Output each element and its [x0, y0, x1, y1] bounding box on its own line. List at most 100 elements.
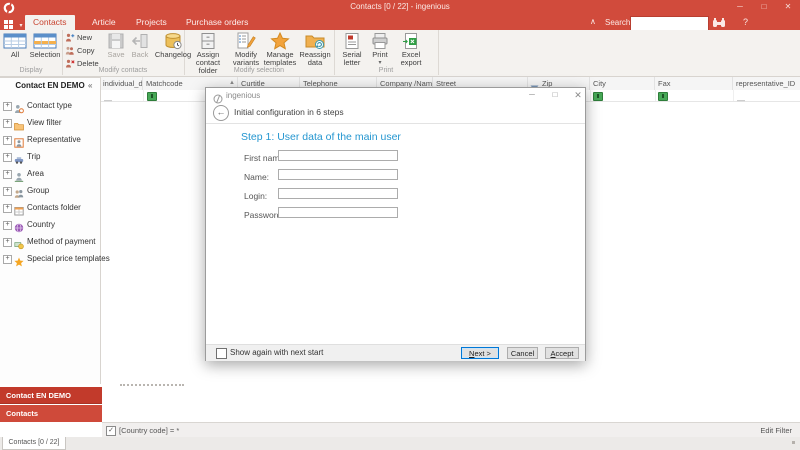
name-field[interactable] — [278, 169, 398, 180]
selection-button[interactable]: Selection — [28, 32, 62, 59]
column-header-fax[interactable]: Fax — [655, 77, 733, 90]
bottom-tab-strip: Contacts [0 / 22] — [0, 437, 800, 450]
accept-button[interactable]: Accept — [545, 347, 579, 359]
filter-operator-icon[interactable] — [593, 92, 603, 101]
sidebar-item-view-filter[interactable]: + View filter — [0, 114, 100, 131]
save-button: Save — [104, 32, 128, 59]
sidebar-item-method-of-payment[interactable]: + Method of payment — [0, 233, 100, 250]
search-label: Search: — [605, 18, 633, 27]
star-icon — [262, 32, 298, 51]
dialog-close-button[interactable]: ✕ — [572, 90, 584, 101]
collapse-sidebar-icon[interactable]: « — [88, 79, 92, 92]
column-header-city[interactable]: City — [590, 77, 655, 90]
filter-cell-city[interactable] — [590, 90, 656, 101]
dialog-maximize-button[interactable]: □ — [549, 90, 561, 99]
group-label-modify-contacts: Modify contacts — [98, 67, 148, 74]
sidebar-item-contact-type[interactable]: + Contact type — [0, 97, 100, 114]
column-header-representative-id[interactable]: representative_ID — [733, 77, 800, 90]
manage-templates-button[interactable]: Manage templates — [262, 32, 298, 67]
menu-caret-icon: ▾ — [19, 23, 23, 29]
filter-cell-fax[interactable] — [655, 90, 734, 101]
login-label: Login: — [244, 191, 268, 201]
list-pencil-icon — [230, 32, 262, 51]
floppy-save-icon — [104, 32, 128, 51]
sidebar-item-trip[interactable]: + Trip — [0, 148, 100, 165]
wizard-back-button[interactable]: ← — [213, 105, 229, 121]
maximize-button[interactable]: □ — [757, 2, 771, 11]
nav-panel-contact-en-demo[interactable]: Contact EN DEMO — [0, 387, 102, 404]
group-label-print: Print — [378, 67, 394, 74]
window-title: Contacts [0 / 22] - ingenious — [350, 2, 450, 11]
all-button[interactable]: All — [2, 32, 28, 59]
cabinet-icon — [186, 32, 230, 51]
show-again-checkbox[interactable] — [216, 348, 227, 359]
minimize-button[interactable]: ─ — [733, 2, 747, 11]
filter-enabled-checkbox[interactable]: ✓ — [106, 426, 116, 436]
reassign-data-button[interactable]: Reassign data — [298, 32, 332, 67]
next-button[interactable]: Next > — [461, 347, 499, 359]
ribbon: All Selection Display New Copy Delete Sa… — [0, 30, 800, 77]
sidebar-item-contacts-folder[interactable]: + Contacts folder — [0, 199, 100, 216]
filter-cell-representative-id[interactable]: — — [733, 90, 800, 105]
cancel-button[interactable]: Cancel — [507, 347, 538, 359]
filter-operator-icon[interactable] — [658, 92, 668, 101]
password-field[interactable] — [278, 207, 398, 218]
group-label-modify-selection: Modify selection — [233, 67, 285, 74]
ribbon-group-print: Serial letter Print ▾ Excel export Print — [334, 30, 439, 75]
new-contact-button[interactable]: New — [65, 32, 92, 44]
folder-sync-icon — [298, 32, 332, 51]
tab-purchase-orders[interactable]: Purchase orders — [178, 15, 256, 30]
group-label-display: Display — [19, 67, 43, 74]
edit-filter-link[interactable]: Edit Filter — [760, 426, 792, 435]
filter-cell-individual-date-1[interactable]: — — [100, 90, 144, 105]
filter-expression: [Country code] = * — [119, 426, 180, 435]
serial-letter-button[interactable]: Serial letter — [338, 32, 366, 67]
person-copy-icon — [65, 46, 74, 55]
ribbon-group-display: All Selection Display — [0, 30, 63, 75]
ribbon-group-modify-contacts: New Copy Delete Save Back Changelog Modi… — [62, 30, 191, 75]
login-field[interactable] — [278, 188, 398, 199]
close-button[interactable]: ✕ — [781, 2, 795, 11]
step-title: Step 1: User data of the main user — [241, 131, 401, 143]
collapse-ribbon-icon[interactable]: ∧ — [590, 17, 596, 26]
print-dropdown-caret[interactable]: ▾ — [366, 59, 394, 67]
name-label: Name: — [244, 172, 270, 182]
first-name-field[interactable] — [278, 150, 398, 161]
search-input[interactable] — [630, 16, 709, 31]
ribbon-group-modify-selection: Assign contact folder Modify variants Ma… — [184, 30, 335, 75]
dialog-title-bar: ingenious ─ □ ✕ — [206, 88, 585, 104]
sidebar-panel: Contact EN DEMO « + Contact type + View … — [0, 77, 110, 384]
application-window: Contacts [0 / 22] - ingenious ─ □ ✕ ▾ Co… — [0, 0, 800, 450]
sidebar-item-area[interactable]: + Area — [0, 165, 100, 182]
show-again-label: Show again with next start — [230, 348, 324, 357]
sidebar-header: Contact EN DEMO — [15, 81, 85, 90]
resize-grip[interactable] — [792, 441, 795, 444]
print-button[interactable]: Print ▾ — [366, 32, 394, 67]
copy-contact-button[interactable]: Copy — [65, 45, 95, 57]
excel-export-button[interactable]: Excel export — [394, 32, 428, 67]
dialog-app-name: ingenious — [226, 91, 261, 100]
printer-icon — [366, 32, 394, 51]
back-arrow-icon — [128, 32, 152, 51]
tab-projects[interactable]: Projects — [128, 15, 175, 30]
nav-panel-contacts[interactable]: Contacts — [0, 405, 102, 422]
excel-document-icon — [394, 32, 428, 51]
title-bar: Contacts [0 / 22] - ingenious ─ □ ✕ — [0, 0, 800, 14]
sidebar-item-group[interactable]: + Group — [0, 182, 100, 199]
tab-contacts-count[interactable]: Contacts [0 / 22] — [2, 437, 66, 450]
panel-splitter-grip[interactable] — [120, 384, 184, 388]
sidebar-item-special-price-templates[interactable]: + Special price templates — [0, 250, 110, 267]
filter-operator-icon[interactable] — [147, 92, 157, 101]
column-header-individual-date-1[interactable]: individual_date_1 — [100, 77, 143, 90]
dialog-header-title: Initial configuration in 6 steps — [234, 107, 344, 117]
star-icon — [14, 254, 24, 271]
dialog-minimize-button[interactable]: ─ — [526, 90, 538, 99]
sidebar-item-country[interactable]: + Country — [0, 216, 100, 233]
sidebar-item-representative[interactable]: + Representative — [0, 131, 100, 148]
tab-contacts[interactable]: Contacts — [25, 15, 75, 30]
tab-article[interactable]: Article — [84, 15, 124, 30]
help-button[interactable]: ? — [743, 17, 748, 27]
dialog-header: ← Initial configuration in 6 steps — [206, 102, 585, 124]
modify-variants-button[interactable]: Modify variants — [230, 32, 262, 67]
table-selection-icon — [28, 32, 62, 51]
